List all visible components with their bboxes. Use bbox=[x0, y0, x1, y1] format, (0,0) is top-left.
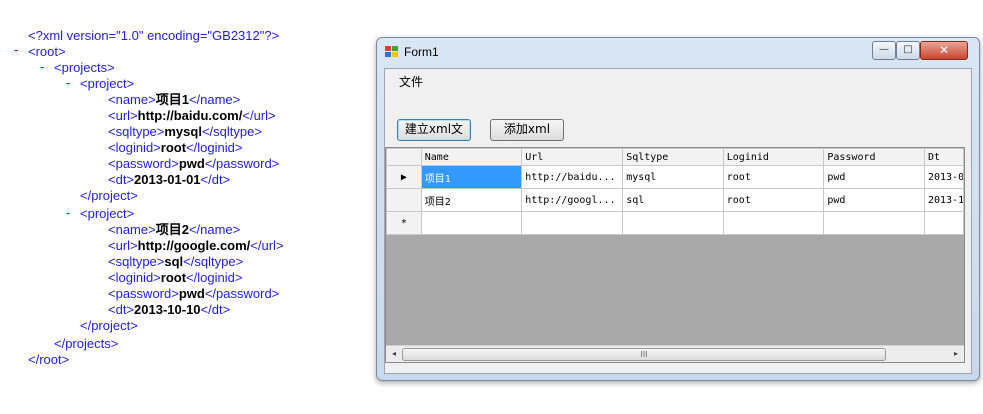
xml-project-open: <project> bbox=[80, 206, 135, 221]
grid-cell[interactable] bbox=[722, 211, 825, 235]
xml-project-close: </project> bbox=[80, 318, 138, 333]
form1-window: Form1 — □ ✕ 文件 建立xml文 添加xml Name Url Sql… bbox=[376, 37, 980, 381]
grid-cell[interactable] bbox=[521, 211, 624, 235]
grid-cell[interactable]: root bbox=[722, 165, 825, 189]
xml-project-close: </project> bbox=[80, 188, 138, 203]
column-header-sqltype[interactable]: Sqltype bbox=[622, 148, 724, 166]
xml-projects-close: </projects> bbox=[54, 336, 119, 351]
xml-projects-open: <projects> bbox=[54, 60, 115, 75]
column-header-dt[interactable]: Dt bbox=[923, 148, 965, 166]
scroll-right-icon[interactable]: ▸ bbox=[949, 348, 963, 360]
collapse-project-1-toggle[interactable]: - bbox=[66, 75, 70, 90]
xml-root-close: </root> bbox=[28, 352, 70, 367]
xml-field-line: <password>pwd</password> bbox=[108, 286, 280, 301]
grid-cell[interactable]: mysql bbox=[622, 165, 724, 189]
menu-bar: 文件 bbox=[385, 69, 971, 92]
collapse-projects-toggle[interactable]: - bbox=[40, 59, 44, 74]
column-header-url[interactable]: Url bbox=[521, 148, 624, 166]
collapse-project-2-toggle[interactable]: - bbox=[66, 205, 70, 220]
grid-cell[interactable] bbox=[420, 211, 523, 235]
collapse-root-toggle[interactable]: - bbox=[14, 42, 18, 57]
xml-field-line: <name>项目2</name> bbox=[108, 222, 241, 237]
window-title: Form1 bbox=[404, 45, 439, 59]
grid-cell[interactable]: 项目2 bbox=[420, 188, 523, 212]
xml-field-line: <sqltype>sql</sqltype> bbox=[108, 254, 244, 269]
window-titlebar[interactable]: Form1 — □ ✕ bbox=[377, 38, 979, 66]
window-client-area: 文件 建立xml文 添加xml Name Url Sqltype Loginid… bbox=[384, 68, 972, 374]
grid-cell[interactable] bbox=[923, 211, 965, 235]
grid-cell[interactable]: pwd bbox=[823, 188, 925, 212]
xml-root-open: <root> bbox=[28, 44, 66, 59]
table-row[interactable]: ▶ 项目1 http://baidu... mysql root pwd 201… bbox=[386, 165, 965, 189]
grid-header-row: Name Url Sqltype Loginid Password Dt bbox=[386, 148, 965, 166]
app-icon bbox=[385, 46, 399, 58]
menu-file[interactable]: 文件 bbox=[399, 73, 423, 90]
grid-cell[interactable]: pwd bbox=[823, 165, 925, 189]
scrollbar-thumb[interactable]: III bbox=[402, 348, 886, 361]
row-header-new-icon[interactable]: * bbox=[386, 211, 422, 235]
grid-cell[interactable]: 2013-0 bbox=[923, 165, 965, 189]
xml-field-line: <loginid>root</loginid> bbox=[108, 140, 243, 155]
xml-declaration: <?xml version="1.0" encoding="GB2312"?> bbox=[28, 28, 280, 43]
table-row[interactable]: 项目2 http://googl... sql root pwd 2013-1 bbox=[386, 188, 965, 212]
grid-cell[interactable]: 2013-1 bbox=[923, 188, 965, 212]
column-header-name[interactable]: Name bbox=[420, 148, 523, 166]
xml-field-line: <name>项目1</name> bbox=[108, 92, 241, 107]
grid-cell[interactable]: http://googl... bbox=[521, 188, 624, 212]
column-header-password[interactable]: Password bbox=[823, 148, 925, 166]
scroll-left-icon[interactable]: ◂ bbox=[387, 348, 401, 360]
grid-cell[interactable] bbox=[823, 211, 925, 235]
create-xml-button[interactable]: 建立xml文 bbox=[397, 119, 471, 141]
close-button[interactable]: ✕ bbox=[920, 41, 968, 60]
xml-field-line: <sqltype>mysql</sqltype> bbox=[108, 124, 262, 139]
grid-cell[interactable]: http://baidu... bbox=[521, 165, 624, 189]
column-header-loginid[interactable]: Loginid bbox=[722, 148, 825, 166]
grid-corner-header[interactable] bbox=[386, 148, 422, 166]
xml-field-line: <url>http://baidu.com/</url> bbox=[108, 108, 276, 123]
row-header-current-icon[interactable]: ▶ bbox=[386, 165, 422, 189]
xml-field-line: <password>pwd</password> bbox=[108, 156, 280, 171]
close-icon: ✕ bbox=[938, 43, 950, 57]
grip-icon: III bbox=[640, 350, 648, 359]
xml-field-line: <dt>2013-01-01</dt> bbox=[108, 172, 231, 187]
xml-viewer: - - - - <?xml version="1.0" encoding="GB… bbox=[0, 0, 370, 414]
maximize-icon: □ bbox=[903, 44, 913, 55]
grid-cell[interactable] bbox=[622, 211, 724, 235]
add-xml-button[interactable]: 添加xml bbox=[490, 119, 564, 141]
row-header[interactable] bbox=[386, 188, 422, 212]
grid-cell[interactable]: sql bbox=[622, 188, 724, 212]
minimize-button[interactable]: — bbox=[872, 41, 896, 60]
xml-field-line: <dt>2013-10-10</dt> bbox=[108, 302, 231, 317]
xml-field-line: <loginid>root</loginid> bbox=[108, 270, 243, 285]
grid-cell[interactable]: root bbox=[722, 188, 825, 212]
maximize-button[interactable]: □ bbox=[896, 41, 920, 60]
horizontal-scrollbar[interactable]: ◂ III ▸ bbox=[386, 345, 964, 362]
grid-table: Name Url Sqltype Loginid Password Dt ▶ 项… bbox=[386, 148, 965, 235]
minimize-icon: — bbox=[879, 44, 889, 55]
xml-project-open: <project> bbox=[80, 76, 135, 91]
xml-field-line: <url>http://google.com/</url> bbox=[108, 238, 284, 253]
data-grid[interactable]: Name Url Sqltype Loginid Password Dt ▶ 项… bbox=[385, 147, 965, 363]
table-row-new[interactable]: * bbox=[386, 211, 965, 235]
grid-cell[interactable]: 项目1 bbox=[420, 165, 523, 189]
